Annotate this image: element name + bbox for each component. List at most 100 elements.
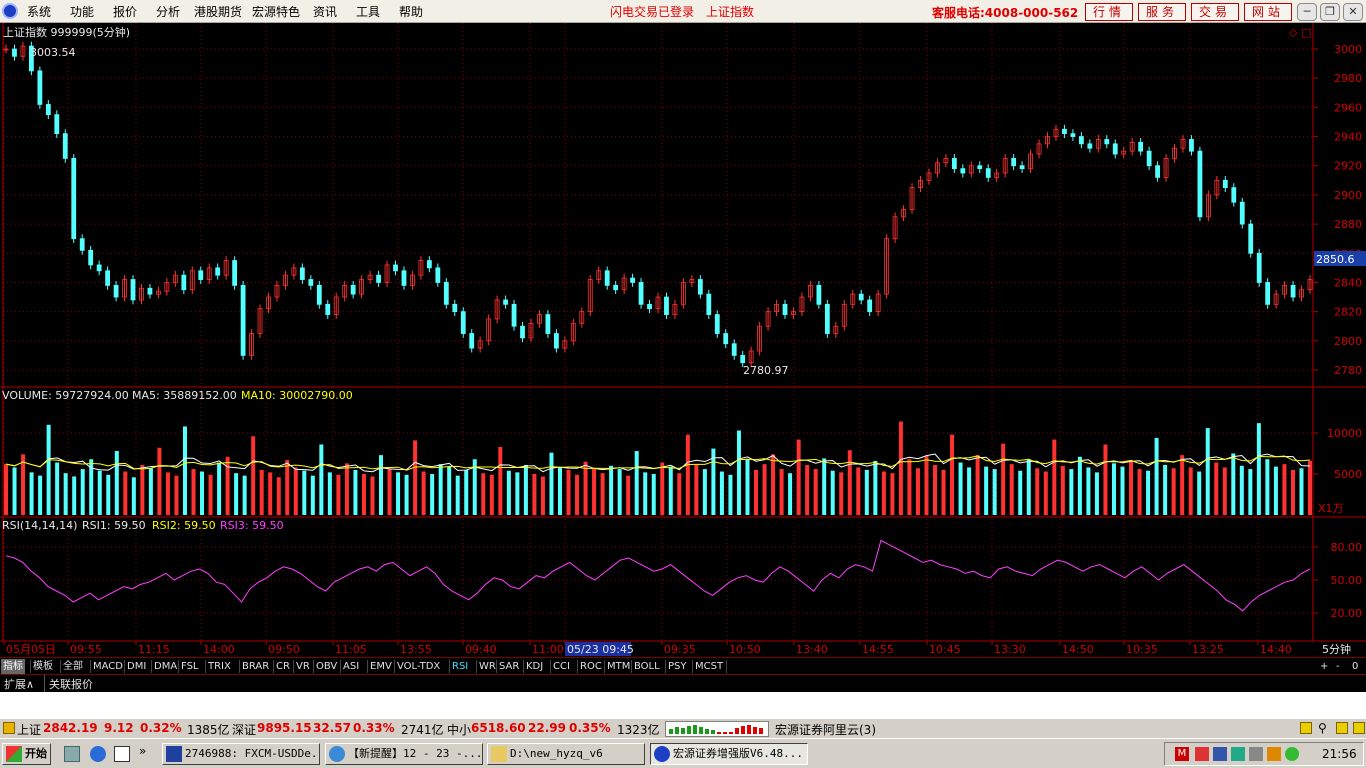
lock-icon[interactable] xyxy=(1353,722,1365,734)
indicator-tab-roc[interactable]: ROC xyxy=(578,659,604,674)
indicator-tab-wr[interactable]: WR xyxy=(477,659,498,674)
period-label[interactable]: 5分钟 xyxy=(1322,642,1351,656)
volume-tray-icon[interactable] xyxy=(1249,747,1263,761)
desktop-icon[interactable] xyxy=(64,746,80,762)
quote-button[interactable]: 行情 xyxy=(1085,3,1133,21)
volume-bar xyxy=(975,455,980,515)
indicator-tab-指标[interactable]: 指标 xyxy=(1,659,25,674)
taskbar-item-browser[interactable]: 【新提醒】12 - 23 -... xyxy=(325,743,483,765)
server-name[interactable]: 宏源证券阿里云(3) xyxy=(775,721,876,738)
indicator-tab-rsi[interactable]: RSI xyxy=(450,659,470,674)
indicator-tab-asi[interactable]: ASI xyxy=(341,659,361,674)
indicator-tab-vr[interactable]: VR xyxy=(294,659,312,674)
volume-bar xyxy=(941,469,946,515)
kline-chart[interactable]: 上证指数 999999(5分钟) ◇ □ 3000 2980 2960 2940 292… xyxy=(0,23,1366,657)
window-icon[interactable] xyxy=(114,746,130,762)
restore-icon[interactable]: ❐ xyxy=(1320,3,1340,21)
taskbar-item-hongyuan[interactable]: 宏源证券增强版V6.48... xyxy=(650,743,808,765)
candle-body xyxy=(1265,282,1271,305)
menu-function[interactable]: 功能 xyxy=(70,3,94,20)
tray-icon-1[interactable] xyxy=(1195,747,1209,761)
alert-icon[interactable] xyxy=(1336,722,1348,734)
zoom-in-button[interactable]: + xyxy=(1318,659,1330,674)
indicator-tab-dmi[interactable]: DMI xyxy=(125,659,148,674)
price-tick-label: 2780 xyxy=(1334,364,1362,377)
price-tick-label: 2920 xyxy=(1334,160,1362,173)
expand-tab[interactable]: 扩展∧ xyxy=(4,676,34,692)
menu-info[interactable]: 资讯 xyxy=(313,3,337,20)
indicator-tab-macd[interactable]: MACD xyxy=(91,659,125,674)
indicator-tab-cr[interactable]: CR xyxy=(274,659,292,674)
indicator-tab-kdj[interactable]: KDJ xyxy=(524,659,545,674)
indicator-tab-obv[interactable]: OBV xyxy=(314,659,339,674)
close-icon[interactable]: ✕ xyxy=(1343,3,1363,21)
current-price-value: 2850.6 xyxy=(1316,253,1355,266)
indicator-tab-mtm[interactable]: MTM xyxy=(605,659,632,674)
indicator-tab-brar[interactable]: BRAR xyxy=(240,659,271,674)
related-quote-tab[interactable]: 关联报价 xyxy=(49,676,93,692)
notice-icon[interactable] xyxy=(1300,722,1312,734)
website-button[interactable]: 网站 xyxy=(1244,3,1292,21)
candle-body xyxy=(215,267,221,276)
app-logo-icon[interactable] xyxy=(2,3,18,19)
sz-label: 深证 xyxy=(232,723,257,737)
candle-body xyxy=(1248,223,1254,254)
chart-options-icon[interactable]: ◇ □ xyxy=(1289,26,1311,39)
menu-tools[interactable]: 工具 xyxy=(356,3,380,20)
indicator-tab-全部[interactable]: 全部 xyxy=(61,659,85,674)
candle-body xyxy=(54,114,60,135)
quicklaunch-more-icon[interactable]: » xyxy=(139,744,146,758)
indicator-tab-sar[interactable]: SAR xyxy=(497,659,521,674)
menu-hongyuan[interactable]: 宏源特色 xyxy=(252,3,300,20)
index-icon[interactable] xyxy=(3,722,15,734)
indicator-tab-fsl[interactable]: FSL xyxy=(179,659,201,674)
indicator-tab-psy[interactable]: PSY xyxy=(666,659,689,674)
flash-trade-status[interactable]: 闪电交易已登录 xyxy=(610,3,694,20)
rsi-label: RSI(14,14,14) xyxy=(2,519,77,532)
candle-body xyxy=(1112,143,1118,155)
index-link[interactable]: 上证指数 xyxy=(706,3,754,20)
volume-bar xyxy=(336,474,341,515)
service-button[interactable]: 服务 xyxy=(1138,3,1186,21)
candle-body xyxy=(12,48,17,57)
candle-body xyxy=(469,333,475,349)
m-tray-icon[interactable]: M xyxy=(1175,747,1189,761)
volume-bar xyxy=(549,452,554,515)
volume-bar xyxy=(421,471,426,515)
trade-button[interactable]: 交易 xyxy=(1191,3,1239,21)
zoom-out-button[interactable]: - xyxy=(1334,659,1342,674)
indicator-tab-vol-tdx[interactable]: VOL-TDX xyxy=(395,659,442,674)
indicator-tab-trix[interactable]: TRIX xyxy=(206,659,233,674)
zx-amount: 1323亿 xyxy=(617,723,660,737)
menu-quote[interactable]: 报价 xyxy=(113,3,137,20)
menu-bar: 系统 功能 报价 分析 港股期货 宏源特色 资讯 工具 帮助 闪电交易已登录 上… xyxy=(0,0,1366,23)
ie-icon[interactable] xyxy=(90,746,106,762)
tray-icon-4[interactable] xyxy=(1267,747,1281,761)
candle-body xyxy=(1197,150,1203,218)
menu-system[interactable]: 系统 xyxy=(27,3,51,20)
volume-bar xyxy=(1299,468,1304,515)
tray-icon-2[interactable] xyxy=(1213,747,1227,761)
reset-button[interactable]: 0 xyxy=(1350,659,1360,674)
price-tick-label: 2960 xyxy=(1334,101,1362,114)
minimize-icon[interactable]: ─ xyxy=(1297,3,1317,21)
indicator-tab-cci[interactable]: CCI xyxy=(551,659,572,674)
indicator-tab-boll[interactable]: BOLL xyxy=(632,659,662,674)
price-tick-label: 2820 xyxy=(1334,306,1362,319)
menu-analysis[interactable]: 分析 xyxy=(156,3,180,20)
menu-hk-futures[interactable]: 港股期货 xyxy=(194,3,242,20)
breadth-bar xyxy=(741,726,745,734)
indicator-tab-emv[interactable]: EMV xyxy=(368,659,394,674)
taskbar-item-folder[interactable]: D:\new_hyzq_v6 xyxy=(487,743,645,765)
volume-bar xyxy=(1129,460,1134,515)
indicator-tab-dma[interactable]: DMA xyxy=(152,659,179,674)
tray-icon-3[interactable] xyxy=(1231,747,1245,761)
time-label: 13:25 xyxy=(1192,643,1224,656)
tray-icon-5[interactable] xyxy=(1285,747,1299,761)
indicator-tab-模板[interactable]: 模板 xyxy=(31,659,55,674)
menu-help[interactable]: 帮助 xyxy=(399,3,423,20)
volume-bar xyxy=(992,469,997,515)
start-button[interactable]: 开始 xyxy=(2,743,51,765)
taskbar-item-fxcm[interactable]: 2746988: FXCM-USDDe... xyxy=(162,743,320,765)
indicator-tab-mcst[interactable]: MCST xyxy=(693,659,725,674)
